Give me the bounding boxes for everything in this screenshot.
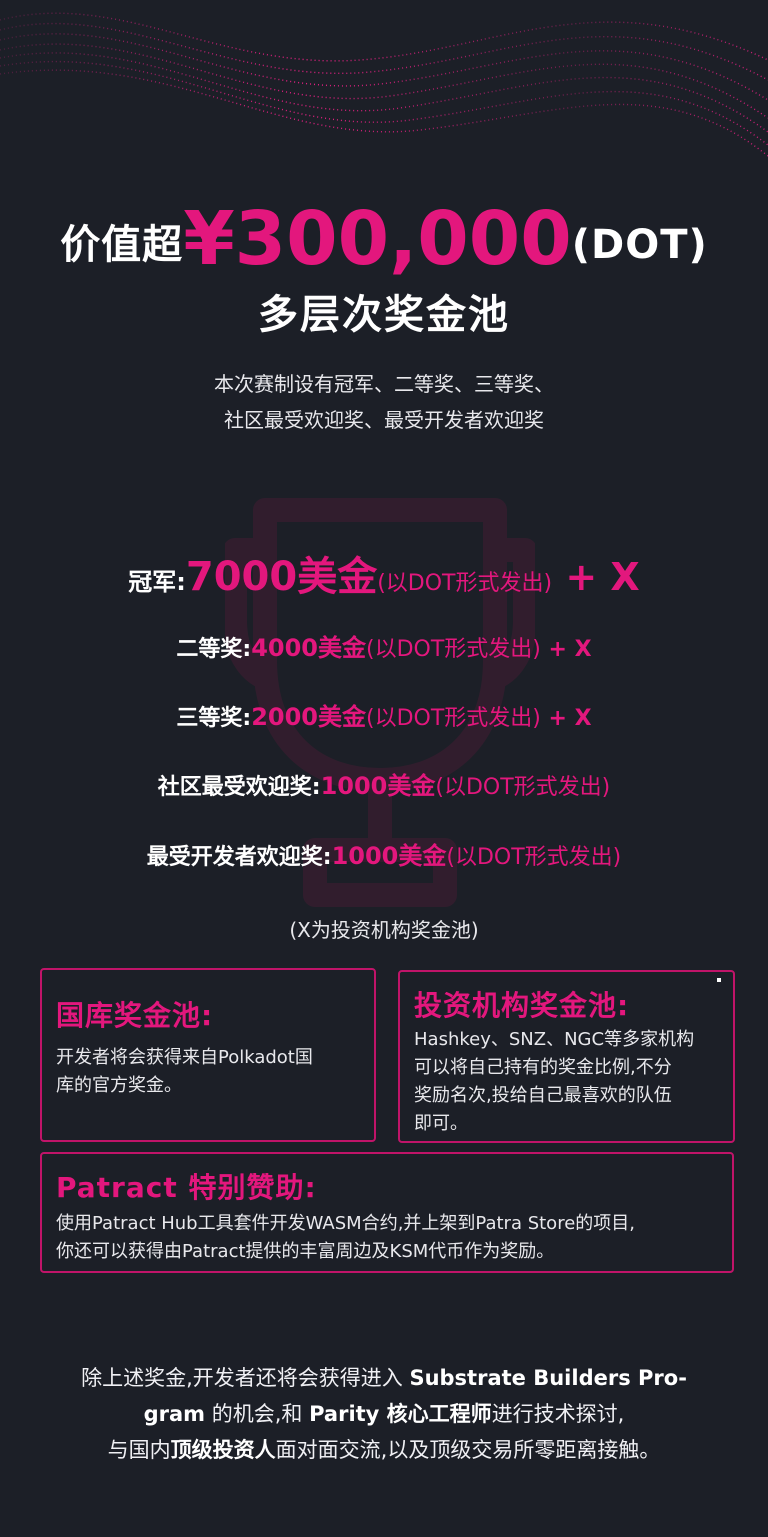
patract-sponsor-box: Patract 特别赞助: 使用Patract Hub工具套件开发WASM合约,… — [40, 1152, 734, 1273]
footer-bold: Substrate Builders Pro- — [409, 1366, 687, 1390]
prize-label: 冠军: — [128, 568, 186, 596]
box-body: Hashkey、SNZ、NGC等多家机构 可以将自己持有的奖金比例,不分 奖励名… — [414, 1026, 719, 1138]
intro-text: 本次赛制设有冠军、二等奖、三等奖、 社区最受欢迎奖、最受开发者欢迎奖 — [0, 366, 768, 438]
wave-decoration — [0, 12, 768, 157]
footer-line: 与国内顶级投资人面对面交流,以及顶级交易所零距离接触。 — [0, 1432, 768, 1468]
prize-label: 社区最受欢迎奖: — [157, 775, 321, 800]
box-line: 奖励名次,投给自己最喜欢的队伍 — [414, 1085, 672, 1106]
headline-amount: ¥300,000 — [183, 196, 572, 282]
box-line: 库的官方奖金。 — [56, 1075, 182, 1096]
footer-span: 与国内 — [107, 1438, 171, 1462]
investor-pool-box: 投资机构奖金池: Hashkey、SNZ、NGC等多家机构 可以将自己持有的奖金… — [398, 970, 735, 1143]
intro-line: 本次赛制设有冠军、二等奖、三等奖、 — [214, 372, 554, 396]
prize-champion: 冠军:7000美金(以DOT形式发出) + X — [0, 544, 768, 602]
prize-label: 最受开发者欢迎奖: — [146, 845, 332, 870]
box-title: Patract 特别赞助: — [56, 1171, 317, 1204]
headline: 价值超¥300,000(DOT) — [0, 196, 768, 282]
box-line: 使用Patract Hub工具套件开发WASM合约,并上架到Patra Stor… — [56, 1213, 635, 1234]
prize-developer: 最受开发者欢迎奖:1000美金(以DOT形式发出) — [0, 836, 768, 871]
prize-amount: 1000美金 — [320, 772, 436, 800]
box-title: 国库奖金池: — [56, 999, 214, 1032]
box-body: 使用Patract Hub工具套件开发WASM合约,并上架到Patra Stor… — [56, 1210, 718, 1266]
footer-span: 面对面交流,以及顶级交易所零距离接触。 — [275, 1438, 661, 1462]
footer-span: 进行技术探讨, — [491, 1402, 625, 1426]
footer-bold: gram — [143, 1402, 206, 1426]
intro-line: 社区最受欢迎奖、最受开发者欢迎奖 — [224, 408, 544, 432]
prize-label: 三等奖: — [176, 706, 252, 731]
prize-note: (以DOT形式发出) — [435, 775, 611, 800]
headline-unit: (DOT) — [571, 222, 708, 268]
prize-second: 二等奖:4000美金(以DOT形式发出) + X — [0, 628, 768, 663]
footer-text: 除上述奖金,开发者还将会获得进入 Substrate Builders Pro-… — [0, 1360, 768, 1468]
box-line: 你还可以获得由Patract提供的丰富周边及KSM代币作为奖励。 — [56, 1241, 555, 1262]
prize-community: 社区最受欢迎奖:1000美金(以DOT形式发出) — [0, 766, 768, 801]
prize-amount: 4000美金 — [251, 634, 366, 662]
prize-amount: 2000美金 — [251, 703, 366, 731]
footer-line: gram 的机会,和 Parity 核心工程师进行技术探讨, — [0, 1396, 768, 1432]
x-note: (X为投资机构奖金池) — [289, 918, 479, 942]
box-line: 可以将自己持有的奖金比例,不分 — [414, 1057, 672, 1078]
prize-amount: 7000美金 — [185, 554, 378, 600]
treasury-pool-box: 国库奖金池: 开发者将会获得来自Polkadot国 库的官方奖金。 — [40, 968, 376, 1142]
box-title: 投资机构奖金池: — [414, 989, 630, 1022]
headline-subtitle: 多层次奖金池 — [258, 292, 510, 338]
footer-line: 除上述奖金,开发者还将会获得进入 Substrate Builders Pro- — [0, 1360, 768, 1396]
prize-extra: + X — [540, 637, 592, 662]
prize-label: 二等奖: — [176, 637, 252, 662]
headline-prefix: 价值超 — [60, 222, 184, 268]
footer-bold: Parity 核心工程师 — [309, 1402, 492, 1426]
box-line: Hashkey、SNZ、NGC等多家机构 — [414, 1029, 695, 1050]
prize-third: 三等奖:2000美金(以DOT形式发出) + X — [0, 697, 768, 732]
box-line: 即可。 — [414, 1113, 468, 1134]
prize-extra: + X — [540, 706, 592, 731]
prize-note: (以DOT形式发出) — [446, 845, 622, 870]
box-body: 开发者将会获得来自Polkadot国 库的官方奖金。 — [56, 1044, 360, 1100]
corner-dot — [717, 978, 721, 982]
prize-extra: + X — [552, 555, 640, 599]
prize-note: (以DOT形式发出) — [377, 571, 553, 596]
prize-note: (以DOT形式发出) — [366, 637, 541, 662]
prize-note: (以DOT形式发出) — [366, 706, 541, 731]
footer-span: 的机会,和 — [205, 1402, 310, 1426]
box-line: 开发者将会获得来自Polkadot国 — [56, 1047, 313, 1068]
prize-amount: 1000美金 — [331, 842, 447, 870]
footer-bold: 顶级投资人 — [170, 1438, 276, 1462]
footer-span: 除上述奖金,开发者还将会获得进入 — [81, 1366, 410, 1390]
